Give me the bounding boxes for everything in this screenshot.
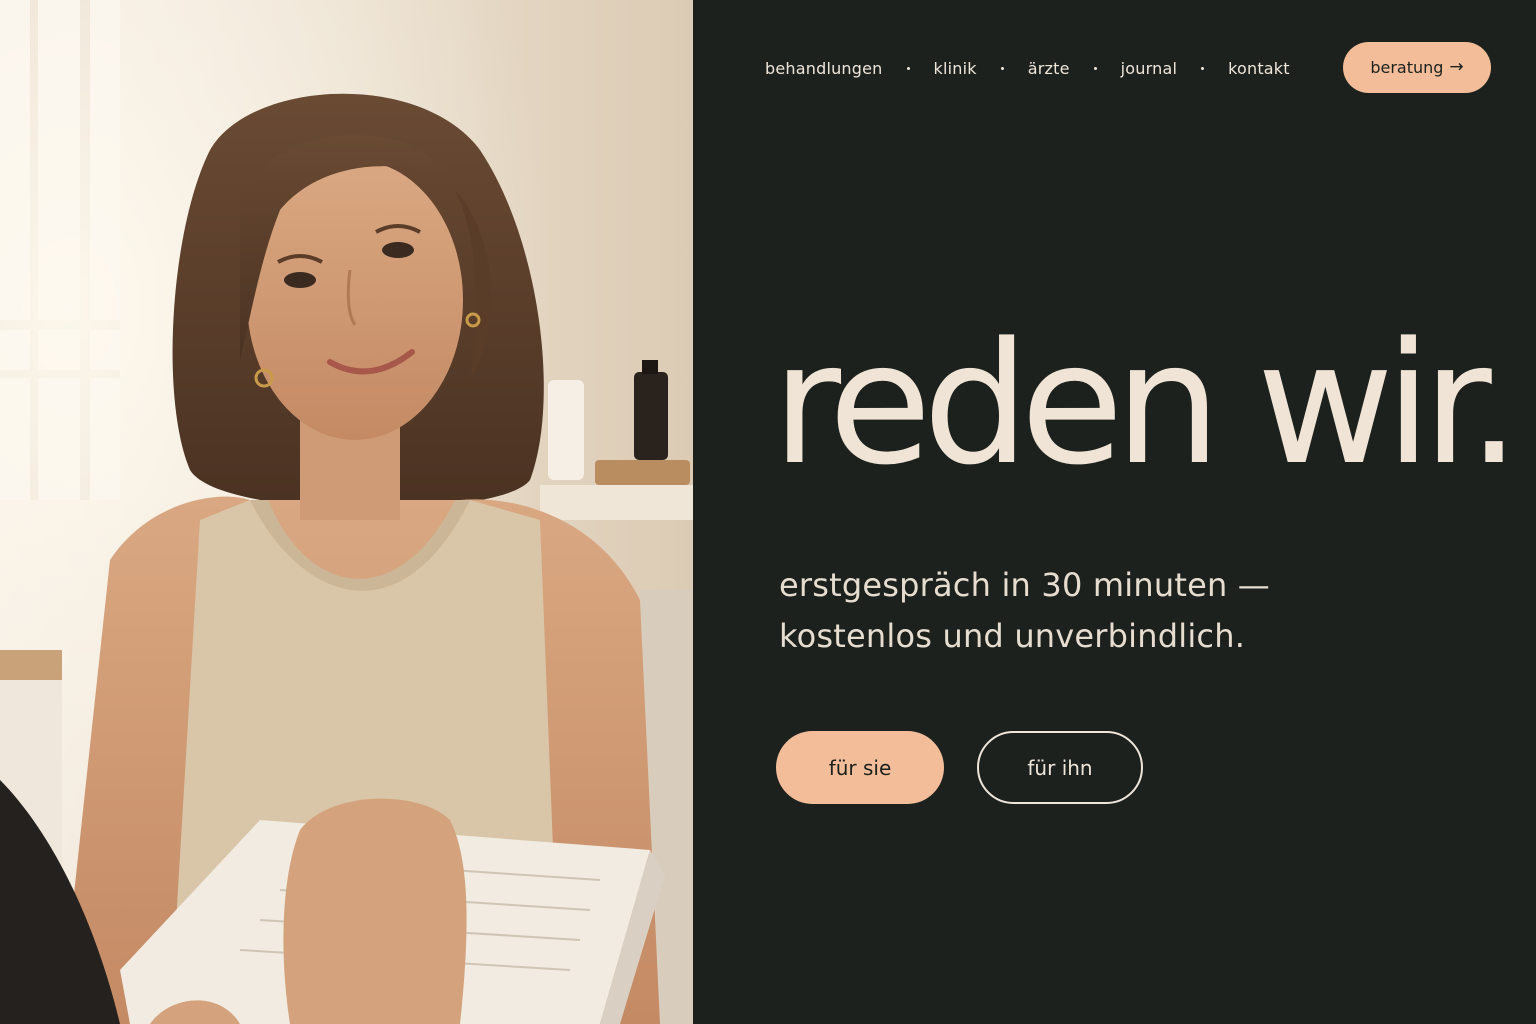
- nav-separator: [1000, 66, 1004, 70]
- hero-photo-illustration: [0, 0, 693, 1024]
- nav-separator: [1201, 66, 1205, 70]
- nav-item-aerzte[interactable]: ärzte: [1028, 59, 1070, 78]
- nav-item-kontakt[interactable]: kontakt: [1228, 59, 1290, 78]
- hero-subline-line-2: kostenlos und unverbindlich.: [779, 617, 1246, 655]
- for-her-button[interactable]: für sie: [776, 731, 944, 804]
- consultation-button-label: beratung: [1370, 58, 1444, 77]
- hero-subline-line-1: erstgespräch in 30 minuten —: [779, 566, 1271, 604]
- hero-subline: erstgespräch in 30 minuten — kostenlos u…: [779, 560, 1270, 662]
- nav-item-behandlungen[interactable]: behandlungen: [765, 59, 883, 78]
- content-panel: [693, 0, 1536, 1024]
- hero-headline: reden wir.: [772, 306, 1521, 502]
- arrow-right-icon: →: [1449, 57, 1464, 77]
- nav-separator: [1093, 66, 1097, 70]
- nav-item-klinik[interactable]: klinik: [934, 59, 977, 78]
- consultation-button[interactable]: beratung →: [1343, 42, 1491, 93]
- hero-photo: [0, 0, 693, 1024]
- for-him-button[interactable]: für ihn: [977, 731, 1143, 804]
- nav-separator: [906, 66, 910, 70]
- nav-item-journal[interactable]: journal: [1121, 59, 1177, 78]
- main-navigation: behandlungen klinik ärzte journal kontak…: [765, 50, 1290, 86]
